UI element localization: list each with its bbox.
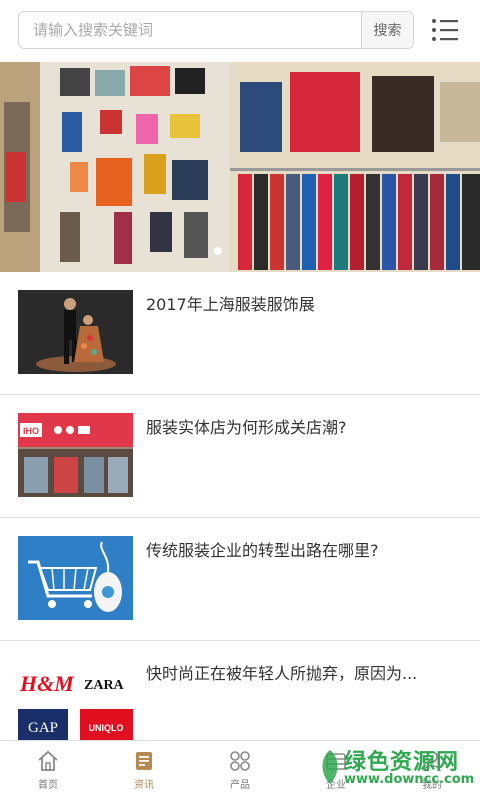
brand-logos-photo: H&M ZARA GAP UNIQLO <box>18 659 133 743</box>
fashion-dancer-photo <box>18 290 133 374</box>
news-title[interactable]: 快时尚正在被年轻人所抛弃，原因为... <box>146 663 464 685</box>
nav-label: 资讯 <box>134 780 154 791</box>
brand-logo-zara: ZARA <box>84 678 125 693</box>
cart-mouse-photo <box>18 536 133 620</box>
news-title[interactable]: 传统服装企业的转型出路在哪里? <box>146 540 464 562</box>
nav-home[interactable]: 首页 <box>0 741 96 800</box>
company-icon <box>326 753 346 770</box>
nav-label: 首页 <box>38 780 58 791</box>
user-icon <box>423 751 441 772</box>
news-item[interactable]: 传统服装企业的转型出路在哪里? <box>0 518 480 641</box>
brand-logo-hm: H&M <box>19 671 75 696</box>
bottom-nav: 首页 资讯 产品 企业 我的 <box>0 740 480 800</box>
nav-mine[interactable]: 我的 <box>384 741 480 800</box>
news-title[interactable]: 服装实体店为何形成关店潮? <box>146 417 464 439</box>
nav-label: 我的 <box>422 780 442 791</box>
carousel-dot[interactable] <box>214 247 222 255</box>
nav-products[interactable]: 产品 <box>192 741 288 800</box>
search-button[interactable]: 搜索 <box>361 12 413 48</box>
nav-label: 产品 <box>230 780 250 791</box>
nav-company[interactable]: 企业 <box>288 741 384 800</box>
brand-logo-uniqlo: UNIQLO <box>89 723 124 733</box>
nav-label: 企业 <box>326 780 346 791</box>
news-item[interactable]: 2017年上海服装服饰展 <box>0 272 480 395</box>
storefront-photo: IHO <box>18 413 133 497</box>
list-menu-icon[interactable] <box>430 16 460 44</box>
news-item[interactable]: IHO 服装实体店为何形成关店潮? <box>0 395 480 518</box>
search-box: 搜索 <box>18 11 414 49</box>
home-icon <box>38 750 58 771</box>
clothing-store-photo <box>0 62 480 272</box>
store-sign-text: IHO <box>23 426 39 436</box>
grid-icon <box>230 751 250 771</box>
news-list: 2017年上海服装服饰展 IHO 服装实体店为何形成关店潮? 传统服装企业的转型… <box>0 272 480 764</box>
news-icon <box>136 752 152 770</box>
banner-carousel[interactable] <box>0 62 480 272</box>
search-input[interactable] <box>19 12 361 48</box>
top-bar: 搜索 <box>0 0 480 60</box>
brand-logo-gap: GAP <box>28 720 58 736</box>
news-title[interactable]: 2017年上海服装服饰展 <box>146 294 464 316</box>
carousel-indicator <box>214 247 222 255</box>
nav-news[interactable]: 资讯 <box>96 741 192 800</box>
